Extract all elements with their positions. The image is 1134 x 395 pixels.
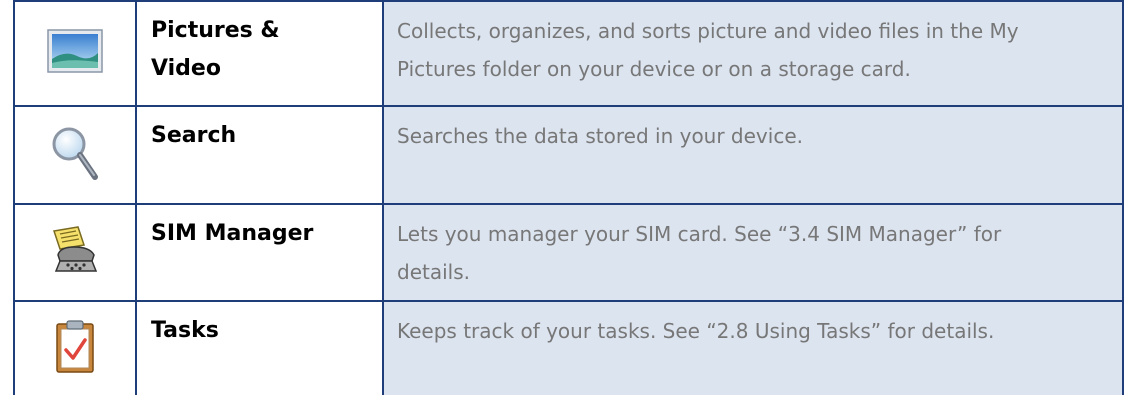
sim-manager-phone-icon <box>50 225 100 280</box>
icon-cell <box>13 0 137 107</box>
programs-table: Pictures & Video Collects, organizes, an… <box>13 0 1124 395</box>
pictures-video-icon <box>47 29 103 78</box>
table-row: Tasks Keeps track of your tasks. See “2.… <box>13 300 1124 395</box>
program-name: Tasks <box>135 300 384 395</box>
description-line: details. <box>397 260 470 284</box>
description-line: Pictures folder on your device or on a s… <box>397 57 911 81</box>
search-magnifier-icon <box>49 124 101 187</box>
program-name: SIM Manager <box>135 203 384 302</box>
program-name: Search <box>135 105 384 205</box>
description-line: Collects, organizes, and sorts picture a… <box>397 19 1019 43</box>
program-description: Lets you manager your SIM card. See “3.4… <box>382 203 1124 302</box>
table-row: Search Searches the data stored in your … <box>13 105 1124 205</box>
program-description: Collects, organizes, and sorts picture a… <box>382 0 1124 107</box>
program-description: Keeps track of your tasks. See “2.8 Usin… <box>382 300 1124 395</box>
tasks-clipboard-icon <box>54 318 96 379</box>
icon-cell <box>13 203 137 302</box>
icon-cell <box>13 105 137 205</box>
program-name-line: Pictures & <box>151 18 280 43</box>
program-name: Pictures & Video <box>135 0 384 107</box>
program-description: Searches the data stored in your device. <box>382 105 1124 205</box>
table-row: SIM Manager Lets you manager your SIM ca… <box>13 203 1124 302</box>
description-line: Lets you manager your SIM card. See “3.4… <box>397 222 1002 246</box>
icon-cell <box>13 300 137 395</box>
table-row: Pictures & Video Collects, organizes, an… <box>13 0 1124 107</box>
program-name-line: Video <box>151 56 221 81</box>
